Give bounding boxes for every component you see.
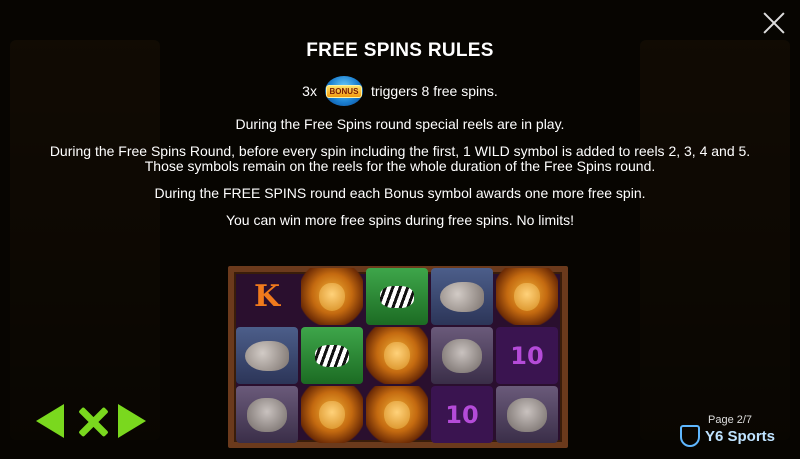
symbol-lion-icon [366,386,428,443]
close-icon[interactable] [759,8,789,38]
arrow-left-icon[interactable] [36,404,64,438]
trigger-row: 3x BONUS triggers 8 free spins. [0,76,800,106]
symbol-lion-icon [496,268,558,325]
brand-logo: Y6 Sports [680,425,775,447]
brand-shield-icon [680,425,700,447]
close-x-icon[interactable] [76,404,110,440]
rule-line-2b: Those symbols remain on the reels for th… [144,158,656,174]
trigger-text: triggers 8 free spins. [370,83,498,99]
arrow-right-icon[interactable] [118,404,146,438]
bonus-symbol-label: BONUS [325,84,363,98]
symbol-rhino-icon [236,327,298,384]
symbol-10: 10 [431,386,493,443]
symbol-elephant-icon [496,386,558,443]
symbol-lion-icon [301,386,363,443]
symbol-elephant-icon [431,327,493,384]
symbol-zebra-icon [366,268,428,325]
symbol-k: K [253,279,281,314]
rule-line-3: During the FREE SPINS round each Bonus s… [154,185,646,201]
symbol-lion-icon [366,327,428,384]
rule-line-4: You can win more free spins during free … [225,212,575,228]
symbol-rhino-icon [431,268,493,325]
rule-line-1: During the Free Spins round special reel… [235,116,565,132]
symbol-elephant-icon [236,386,298,443]
rule-line-2a: During the Free Spins Round, before ever… [49,143,751,159]
symbol-lion-icon [301,268,363,325]
brand-name: Y6 Sports [705,427,776,445]
trigger-count: 3x [302,83,317,99]
reel-grid: K 10 10 [236,268,560,444]
bonus-symbol-icon: BONUS [324,76,363,106]
rules-title: FREE SPINS RULES [306,40,494,61]
symbol-10: 10 [496,327,558,384]
symbol-zebra-icon [301,327,363,384]
